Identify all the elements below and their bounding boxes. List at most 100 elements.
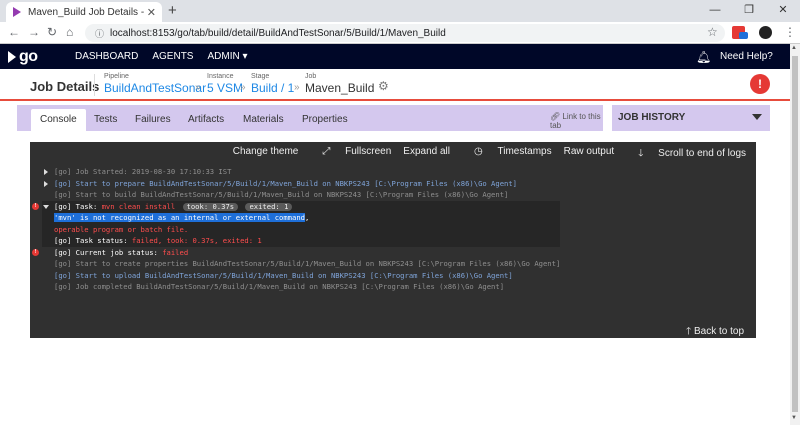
breadcrumb-pipeline: Pipeline BuildAndTestSonar — [104, 73, 206, 95]
log-text: [go] Start to upload BuildAndTestSonar/5… — [54, 270, 513, 280]
job-history-label: JOB HISTORY — [618, 112, 686, 123]
back-to-top-button[interactable]: 🡑 Back to top — [686, 324, 744, 341]
log-text: , — [304, 213, 310, 222]
instance-link[interactable]: 5 VSM — [207, 81, 243, 95]
browser-tab[interactable]: Maven_Build Job Details - Go ✕ — [6, 2, 162, 22]
log-line-task[interactable]: ! [go] Task: mvn clean install took: 0.3… — [32, 200, 561, 212]
arrow-up-icon: 🡑 — [686, 326, 694, 337]
browser-tab-title: Maven_Build Job Details - Go — [28, 6, 147, 18]
breadcrumb-stage: Stage Build / 1 — [251, 73, 294, 95]
url-input[interactable]: ⓘ localhost:8153/go/tab/build/detail/Bui… — [85, 24, 725, 42]
job-status-value: failed — [162, 247, 189, 257]
took-badge: took: 0.37s — [182, 202, 239, 211]
home-icon[interactable]: ⌂ — [66, 25, 73, 39]
gocd-favicon-icon — [13, 7, 21, 17]
nav-dashboard[interactable]: DASHBOARD — [75, 51, 138, 62]
reload-icon[interactable]: ↻ — [47, 25, 57, 39]
tab-failures[interactable]: Failures — [126, 109, 180, 131]
browser-menu-icon[interactable]: ⋮ — [784, 25, 796, 39]
stage-link[interactable]: Build / 1 — [251, 81, 294, 95]
bookmark-star-icon[interactable]: ☆ — [707, 25, 718, 39]
scroll-to-end-button[interactable]: 🡓 Scroll to end of logs — [626, 146, 746, 163]
back-icon[interactable]: ← — [8, 25, 20, 39]
stage-label: Stage — [251, 73, 270, 80]
window-controls: — ❐ ✕ — [698, 0, 800, 22]
collapse-caret-icon[interactable] — [43, 204, 49, 209]
log-text: [go] Task status: — [54, 236, 132, 245]
forward-icon[interactable]: → — [28, 25, 40, 39]
tab-tests[interactable]: Tests — [85, 109, 126, 131]
scroll-to-end-label: Scroll to end of logs — [658, 148, 746, 159]
divider — [94, 74, 95, 96]
clock-icon: ◷ — [473, 146, 486, 157]
log-text: [go] Start to prepare BuildAndTestSonar/… — [54, 178, 518, 188]
address-bar: ← → ↻ ⌂ ⓘ localhost:8153/go/tab/build/de… — [0, 22, 800, 44]
fullscreen-button[interactable]: ⤢ Fullscreen — [310, 146, 391, 163]
browser-tab-bar: Maven_Build Job Details - Go ✕ + — ❐ ✕ — [0, 0, 800, 22]
scroll-up-icon[interactable]: ▲ — [791, 45, 797, 51]
tab-properties[interactable]: Properties — [293, 109, 357, 131]
close-window-icon[interactable]: ✕ — [766, 0, 800, 22]
job-name: Maven_Build — [305, 81, 375, 95]
exit-badge: exited: 1 — [245, 202, 293, 211]
job-details-bar: Job Details Pipeline BuildAndTestSonar »… — [0, 69, 800, 101]
scroll-down-icon[interactable]: ▼ — [791, 415, 797, 421]
notification-bell-icon[interactable]: 🔔︎ — [696, 50, 711, 64]
back-to-top-label: Back to top — [693, 326, 745, 337]
error-icon: ! — [32, 248, 39, 256]
chevron-right-icon: » — [195, 82, 201, 93]
need-help-link[interactable]: Need Help? — [720, 51, 773, 62]
arrow-down-icon: 🡓 — [638, 148, 647, 159]
console-log: [go] Job Started: 2019-08-30 17:10:33 IS… — [32, 166, 561, 293]
profile-avatar[interactable] — [759, 26, 772, 39]
expand-all-button[interactable]: Expand all — [403, 146, 450, 163]
timestamps-label: Timestamps — [497, 146, 552, 157]
tab-console[interactable]: Console — [31, 109, 86, 131]
breadcrumb-job: Job Maven_Build — [305, 73, 374, 95]
close-tab-icon[interactable]: ✕ — [147, 6, 156, 19]
log-text: [go] Start to create properties BuildAnd… — [54, 259, 561, 268]
tab-artifacts[interactable]: Artifacts — [179, 109, 233, 131]
error-text-selected: 'mvn' is not recognized as an internal o… — [54, 213, 305, 222]
gocd-logo-icon — [8, 51, 16, 63]
tab-materials[interactable]: Materials — [234, 109, 293, 131]
job-failed-alert-icon[interactable]: ! — [750, 74, 770, 94]
expand-caret-icon[interactable] — [44, 180, 48, 187]
log-text: [go] Start to build BuildAndTestSonar/5/… — [54, 190, 509, 199]
scrollbar-thumb[interactable] — [792, 56, 798, 412]
link-icon: 🔗︎ — [550, 112, 563, 121]
log-text: [go] Current job status: — [54, 247, 163, 257]
log-line[interactable]: [go] Start to prepare BuildAndTestSonar/… — [42, 178, 560, 190]
new-tab-icon[interactable]: + — [168, 2, 177, 19]
change-theme-button[interactable]: Change theme — [233, 146, 299, 163]
pipeline-label: Pipeline — [104, 73, 129, 80]
gocd-header: go DASHBOARD AGENTS ADMIN ▾ 🔔︎ Need Help… — [0, 44, 800, 69]
url-text: localhost:8153/go/tab/build/detail/Build… — [110, 27, 446, 39]
nav-agents[interactable]: AGENTS — [152, 51, 193, 62]
log-line: [go] Start to create properties BuildAnd… — [42, 258, 560, 270]
log-text: [go] Job Started: 2019-08-30 17:10:33 IS… — [54, 167, 232, 176]
expand-caret-icon[interactable] — [44, 169, 48, 175]
restore-icon[interactable]: ❐ — [732, 0, 766, 22]
nav-admin[interactable]: ADMIN ▾ — [207, 51, 247, 62]
gocd-logo[interactable]: go — [8, 48, 38, 66]
info-icon[interactable]: ⓘ — [95, 27, 104, 40]
log-line-error: operable program or batch file. — [42, 223, 561, 235]
pipeline-link[interactable]: BuildAndTestSonar — [104, 81, 206, 95]
main-nav: DASHBOARD AGENTS ADMIN ▾ — [75, 51, 262, 62]
job-history-dropdown[interactable]: JOB HISTORY — [612, 105, 770, 131]
gear-icon[interactable]: ⚙ — [378, 79, 389, 93]
task-status-value: failed, took: 0.37s, exited: 1 — [131, 236, 262, 245]
minimize-icon[interactable]: — — [698, 0, 732, 22]
fullscreen-label: Fullscreen — [345, 146, 392, 157]
timestamps-button[interactable]: ◷ Timestamps — [462, 146, 552, 163]
log-line[interactable]: [go] Job Started: 2019-08-30 17:10:33 IS… — [42, 166, 560, 178]
link-to-tab[interactable]: 🔗︎ Link to this tab — [550, 112, 603, 130]
job-tabs: Console Tests Failures Artifacts Materia… — [17, 105, 603, 131]
chevron-right-icon: » — [294, 82, 300, 93]
instance-label: Instance — [207, 73, 234, 80]
log-line: [go] Job completed BuildAndTestSonar/5/B… — [42, 281, 560, 293]
raw-output-button[interactable]: Raw output — [564, 146, 615, 163]
log-text: [go] Job completed BuildAndTestSonar/5/B… — [54, 282, 505, 291]
page-title: Job Details — [30, 79, 100, 94]
